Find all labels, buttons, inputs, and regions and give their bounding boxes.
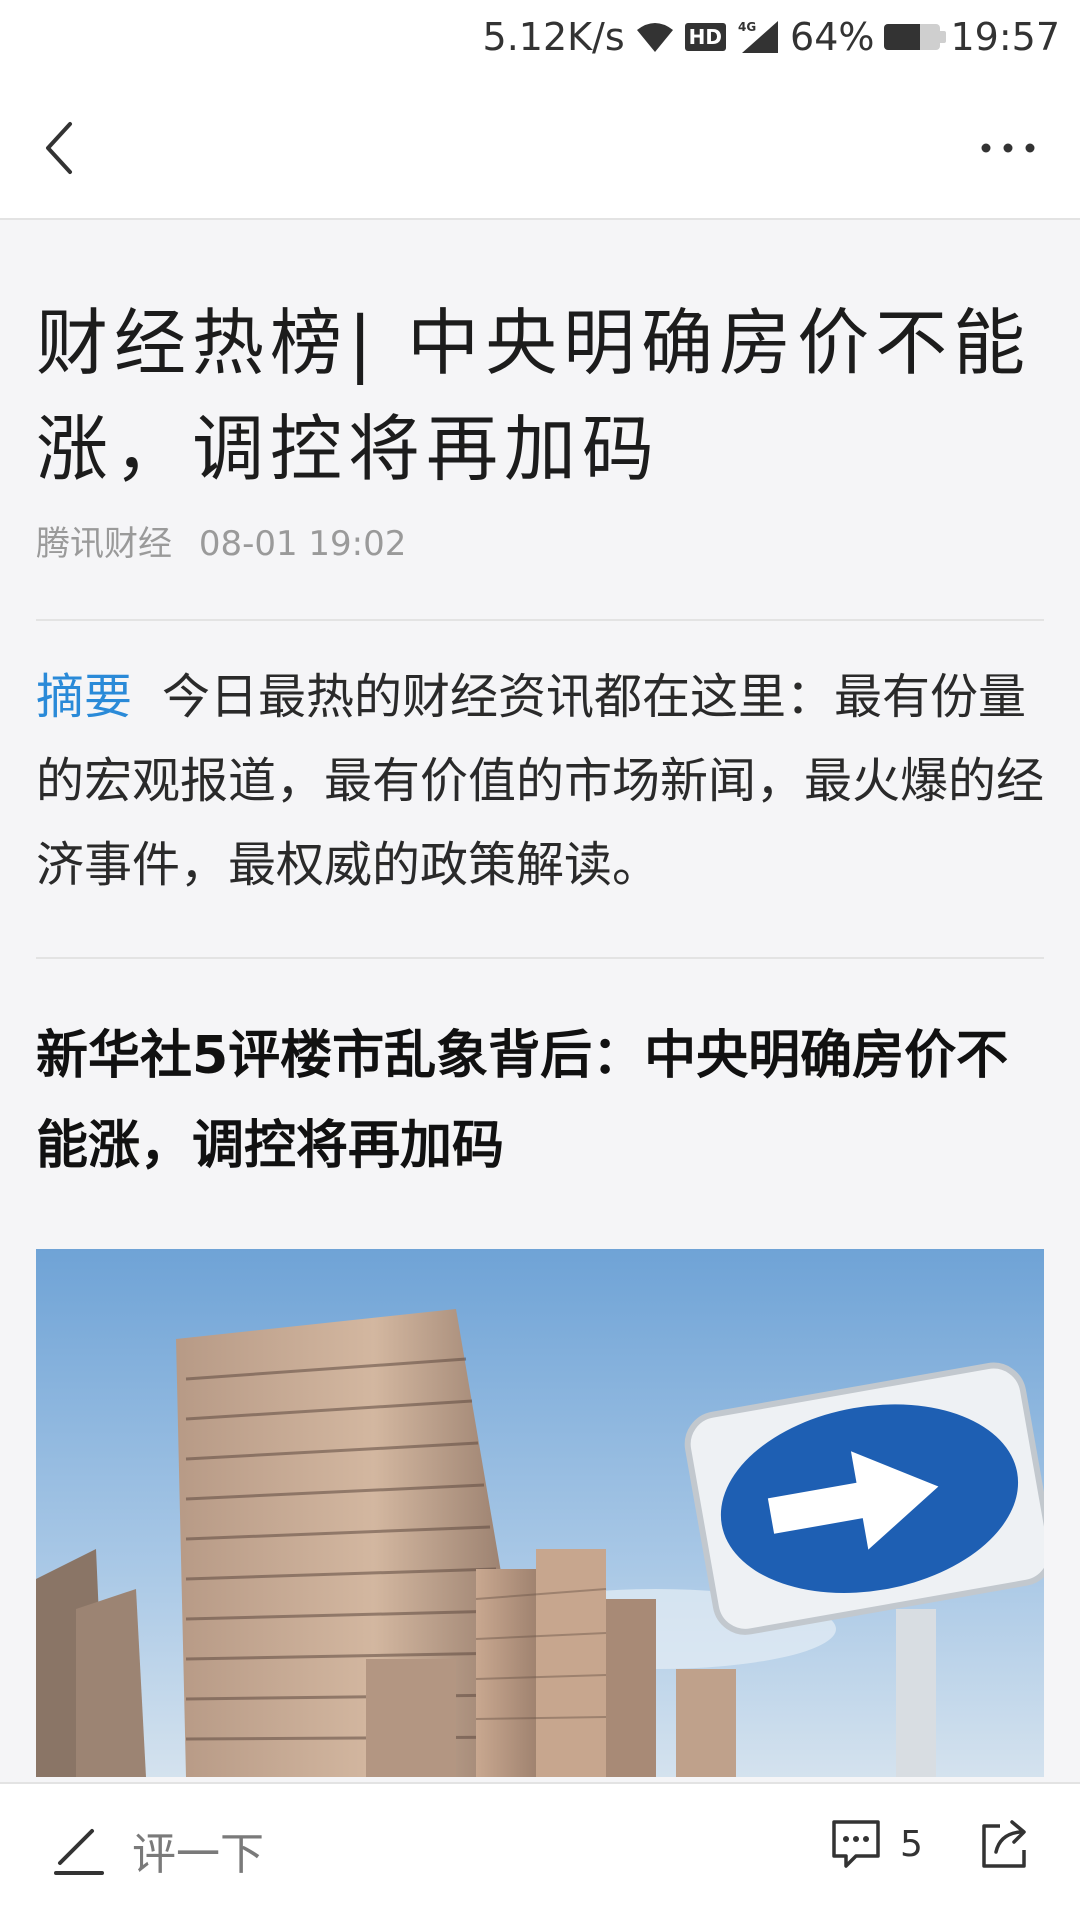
comment-input[interactable]: 评一下 <box>52 1818 264 1882</box>
status-icons: 5.12K/s HD 4G 64% 19:57 <box>483 12 1060 62</box>
pen-icon <box>54 1829 104 1875</box>
comment-placeholder: 评一下 <box>132 1829 264 1880</box>
hd-badge: HD <box>684 23 727 51</box>
article-title: 财经热榜| 中央明确房价不能涨，调控将再加码 <box>36 301 1032 491</box>
back-button[interactable] <box>36 116 92 180</box>
battery-icon <box>884 24 947 50</box>
nav-bar <box>0 78 1080 220</box>
more-horizontal-icon <box>981 143 1035 153</box>
article-source[interactable]: 腾讯财经 <box>36 524 172 564</box>
status-bar: 5.12K/s HD 4G 64% 19:57 <box>0 0 1080 78</box>
share-icon <box>982 1820 1026 1868</box>
battery-level-fill <box>884 24 921 50</box>
article-subheading: 新华社5评楼市乱象背后：中央明确房价不能涨，调控将再加码 <box>36 1026 1009 1176</box>
network-speed: 5.12K/s <box>482 15 625 59</box>
abstract-text: 今日最热的财经资讯都在这里：最有份量的宏观报道，最有价值的市场新闻，最火爆的经济… <box>36 669 1045 893</box>
comments-button[interactable]: 5 <box>826 1814 923 1874</box>
signal-icon: 4G <box>738 20 779 53</box>
article-meta: 腾讯财经 08-01 19:02 <box>36 516 1044 565</box>
battery-percent: 64% <box>790 15 875 59</box>
wifi-icon <box>636 23 673 52</box>
divider <box>36 957 1044 959</box>
article-abstract: 摘要 今日最热的财经资讯都在这里：最有份量的宏观报道，最有价值的市场新闻，最火爆的… <box>36 655 1044 907</box>
article-image[interactable] <box>36 1249 1044 1777</box>
chevron-left-icon <box>46 122 72 174</box>
bottom-bar: 评一下 5 <box>0 1782 1080 1922</box>
article-date: 08-01 19:02 <box>198 524 407 564</box>
more-button[interactable] <box>972 122 1044 174</box>
share-button[interactable] <box>974 1814 1036 1876</box>
article-content: 财经热榜| 中央明确房价不能涨，调控将再加码 腾讯财经 08-01 19:02 … <box>36 220 1044 1777</box>
divider <box>36 619 1044 621</box>
abstract-label: 摘要 <box>36 669 133 725</box>
clock: 19:57 <box>950 15 1060 59</box>
comment-bubble-icon <box>832 1820 880 1868</box>
network-type-label: 4G <box>738 20 756 34</box>
comment-count: 5 <box>900 1823 923 1865</box>
buildings-photo <box>36 1249 1044 1777</box>
